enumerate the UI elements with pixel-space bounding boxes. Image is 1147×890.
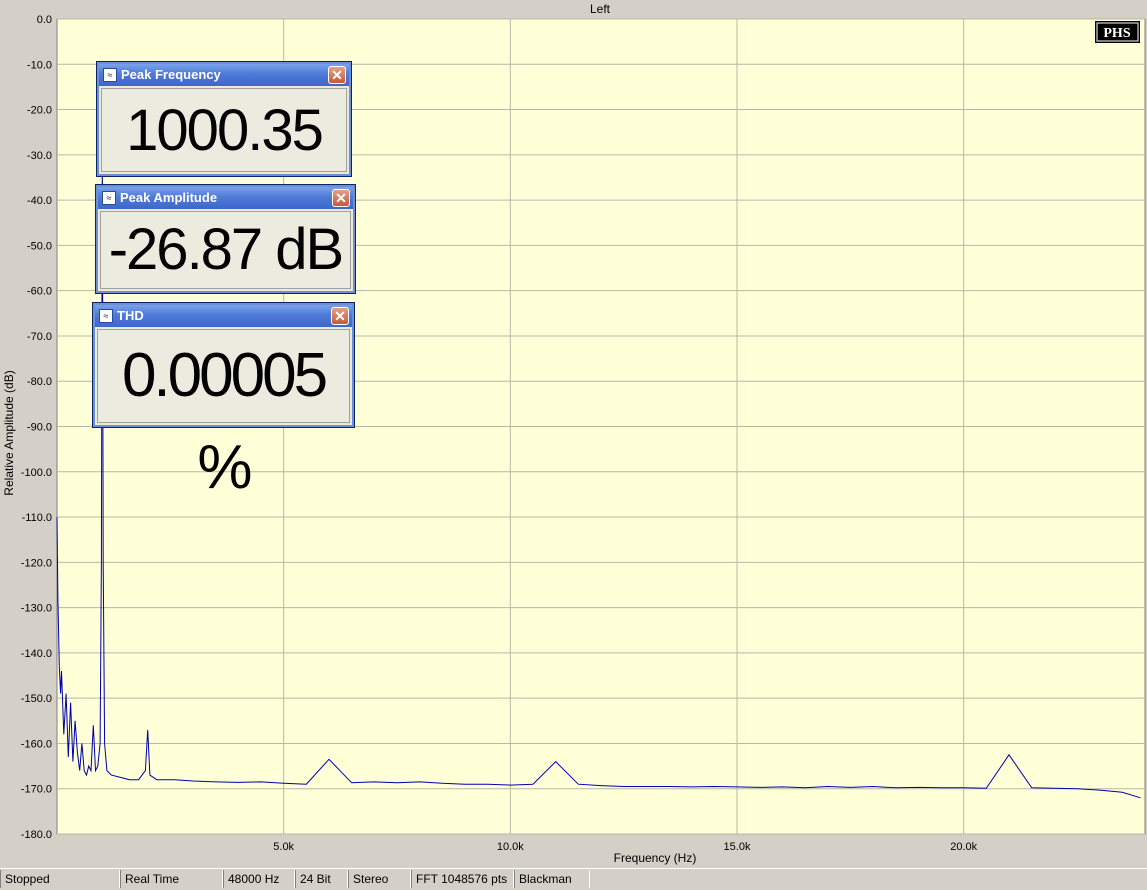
status-channels: Stereo bbox=[348, 870, 411, 888]
peak-frequency-title: Peak Frequency bbox=[121, 67, 221, 82]
status-bar: Stopped Real Time 48000 Hz 24 Bit Stereo… bbox=[0, 868, 1147, 890]
peak-amplitude-titlebar[interactable]: ≈ Peak Amplitude ✕ bbox=[98, 187, 353, 209]
y-tick-label: -20.0 bbox=[27, 105, 52, 117]
y-tick-label: -50.0 bbox=[27, 240, 52, 252]
y-tick-label: -80.0 bbox=[27, 376, 52, 388]
y-tick-label: -130.0 bbox=[21, 603, 52, 615]
y-tick-label: -120.0 bbox=[21, 557, 52, 569]
peak-frequency-value: 1000.35 Hz bbox=[101, 88, 347, 247]
close-icon[interactable]: ✕ bbox=[328, 66, 346, 84]
y-tick-label: -70.0 bbox=[27, 331, 52, 343]
y-tick-label: -30.0 bbox=[27, 150, 52, 162]
spectrum-analyzer-window: 0.0 -10.0 -20.0 -30.0 -40.0 -50.0 -60.0 -70.0 -8… bbox=[0, 0, 1147, 890]
chart-title: Left bbox=[590, 2, 611, 16]
thd-title: THD bbox=[117, 308, 144, 323]
x-tick-label: 20.0k bbox=[950, 841, 977, 853]
status-window: Blackman bbox=[514, 870, 590, 888]
status-bit-depth: 24 Bit bbox=[295, 870, 348, 888]
y-tick-label: -140.0 bbox=[21, 648, 52, 660]
status-mode: Real Time bbox=[120, 870, 223, 888]
y-tick-label: -90.0 bbox=[27, 422, 52, 434]
thd-value: 0.00005 % bbox=[97, 329, 350, 502]
status-sample-rate: 48000 Hz bbox=[223, 870, 295, 888]
y-tick-label: -60.0 bbox=[27, 286, 52, 298]
peak-amplitude-value: -26.87 dB bbox=[100, 211, 351, 289]
y-tick-label: -110.0 bbox=[22, 512, 52, 524]
y-tick-label: -150.0 bbox=[21, 693, 52, 705]
status-state: Stopped bbox=[0, 870, 120, 888]
y-tick-label: 0.0 bbox=[37, 14, 52, 26]
status-fft: FFT 1048576 pts bbox=[411, 870, 514, 888]
thd-panel[interactable]: ≈ THD ✕ 0.00005 % bbox=[92, 302, 355, 502]
waveform-icon: ≈ bbox=[99, 309, 113, 323]
x-tick-label: 15.0k bbox=[724, 841, 751, 853]
phs-logo: PHS bbox=[1103, 26, 1130, 41]
y-tick-label: -100.0 bbox=[21, 467, 52, 479]
waveform-icon: ≈ bbox=[103, 68, 117, 82]
waveform-icon: ≈ bbox=[102, 191, 116, 205]
close-icon[interactable]: ✕ bbox=[332, 189, 350, 207]
y-tick-label: -10.0 bbox=[27, 59, 52, 71]
thd-titlebar[interactable]: ≈ THD ✕ bbox=[95, 305, 352, 327]
x-tick-label: 10.0k bbox=[497, 841, 524, 853]
y-tick-label: -170.0 bbox=[21, 784, 52, 796]
x-axis-label: Frequency (Hz) bbox=[614, 851, 697, 865]
close-icon[interactable]: ✕ bbox=[331, 307, 349, 325]
peak-frequency-titlebar[interactable]: ≈ Peak Frequency ✕ bbox=[99, 64, 349, 86]
peak-amplitude-panel[interactable]: ≈ Peak Amplitude ✕ -26.87 dB bbox=[95, 184, 356, 294]
y-axis-label: Relative Amplitude (dB) bbox=[2, 370, 16, 495]
y-tick-label: -180.0 bbox=[21, 829, 52, 841]
y-tick-label: -40.0 bbox=[27, 195, 52, 207]
x-tick-label: 5.0k bbox=[273, 841, 294, 853]
peak-frequency-panel[interactable]: ≈ Peak Frequency ✕ 1000.35 Hz bbox=[96, 61, 352, 247]
peak-amplitude-title: Peak Amplitude bbox=[120, 190, 218, 205]
y-tick-label: -160.0 bbox=[21, 738, 52, 750]
